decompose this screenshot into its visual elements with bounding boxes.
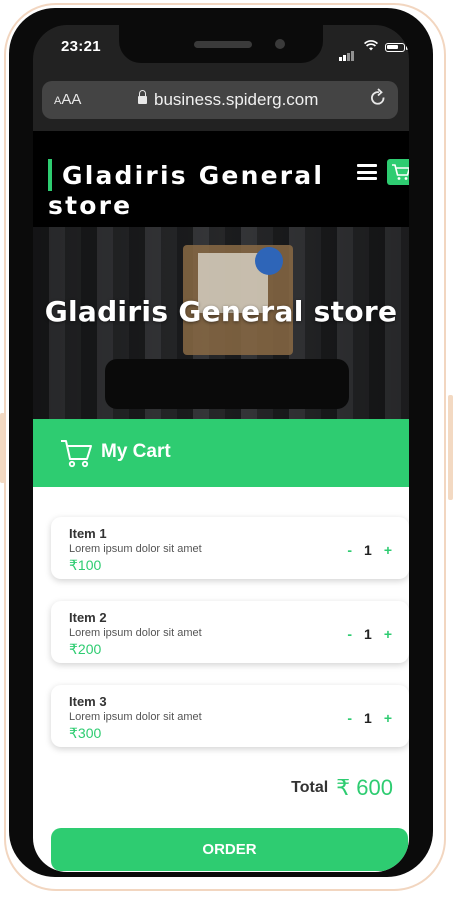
brand-name[interactable]: Gladiris General store (48, 161, 348, 221)
battery-icon (385, 43, 405, 52)
item-name: Item 1 (69, 526, 107, 541)
cart-item: Item 3 Lorem ipsum dolor sit amet ₹300 -… (51, 685, 409, 747)
increase-quantity-button[interactable]: + (384, 710, 392, 726)
quantity-stepper: -1 + (347, 710, 392, 726)
phone-screen: 23:21 AAA business.spiderg.com Gladiris … (33, 25, 409, 872)
decrease-quantity-button[interactable]: - (347, 542, 352, 558)
camera-icon (275, 39, 285, 49)
url-text: business.spiderg.com (154, 90, 319, 109)
quantity-stepper: -1 + (347, 626, 392, 642)
decrease-quantity-button[interactable]: - (347, 626, 352, 642)
status-time: 23:21 (61, 38, 101, 55)
item-description: Lorem ipsum dolor sit amet (69, 627, 202, 639)
quantity-value: 1 (364, 626, 372, 642)
battery-tip (406, 46, 408, 50)
increase-quantity-button[interactable]: + (384, 542, 392, 558)
brand-line-2: store (48, 191, 133, 220)
item-price: ₹200 (69, 641, 102, 657)
header-cart-button[interactable] (387, 159, 409, 185)
cart-icon (392, 164, 409, 180)
notch (119, 25, 323, 63)
cart-icon (59, 435, 95, 471)
cart-total: Total ₹ 600 (291, 775, 393, 801)
decrease-quantity-button[interactable]: - (347, 710, 352, 726)
site-header: Gladiris General store (33, 131, 409, 227)
browser-bar: AAA business.spiderg.com (33, 71, 409, 131)
increase-quantity-button[interactable]: + (384, 626, 392, 642)
order-button[interactable]: ORDER (51, 828, 408, 871)
item-name: Item 3 (69, 694, 107, 709)
lock-icon (138, 90, 147, 104)
text-size-button[interactable]: AAA (54, 91, 81, 108)
side-button-right (448, 395, 453, 500)
wifi-icon (363, 40, 379, 54)
cart-item: Item 1 Lorem ipsum dolor sit amet ₹100 -… (51, 517, 409, 579)
brand-line-1: Gladiris General (62, 161, 325, 190)
item-price: ₹300 (69, 725, 102, 741)
status-bar: 23:21 (33, 25, 409, 71)
quantity-value: 1 (364, 710, 372, 726)
phone-body: 23:21 AAA business.spiderg.com Gladiris … (9, 8, 433, 877)
cart-panel: My Cart Item 1 Lorem ipsum dolor sit ame… (33, 419, 409, 872)
cart-item: Item 2 Lorem ipsum dolor sit amet ₹200 -… (51, 601, 409, 663)
quantity-value: 1 (364, 542, 372, 558)
item-name: Item 2 (69, 610, 107, 625)
text-size-label: AA (61, 91, 82, 108)
reload-icon[interactable] (369, 88, 387, 114)
hero-image-helmet (255, 247, 283, 275)
total-value: ₹ 600 (336, 775, 393, 800)
hero-banner: Gladiris General store (33, 227, 409, 419)
hero-title: Gladiris General store (44, 295, 398, 328)
hero-overlay-box (105, 359, 349, 409)
signal-icon (339, 43, 355, 61)
total-label: Total (291, 779, 329, 796)
address-bar[interactable]: AAA business.spiderg.com (42, 81, 398, 119)
item-description: Lorem ipsum dolor sit amet (69, 543, 202, 555)
cart-header: My Cart (33, 419, 409, 487)
item-price: ₹100 (69, 557, 102, 573)
url-display[interactable]: business.spiderg.com (138, 90, 318, 110)
item-description: Lorem ipsum dolor sit amet (69, 711, 202, 723)
cart-title: My Cart (101, 441, 171, 462)
hamburger-menu-icon[interactable] (357, 164, 377, 180)
quantity-stepper: -1 + (347, 542, 392, 558)
speaker (194, 41, 252, 48)
